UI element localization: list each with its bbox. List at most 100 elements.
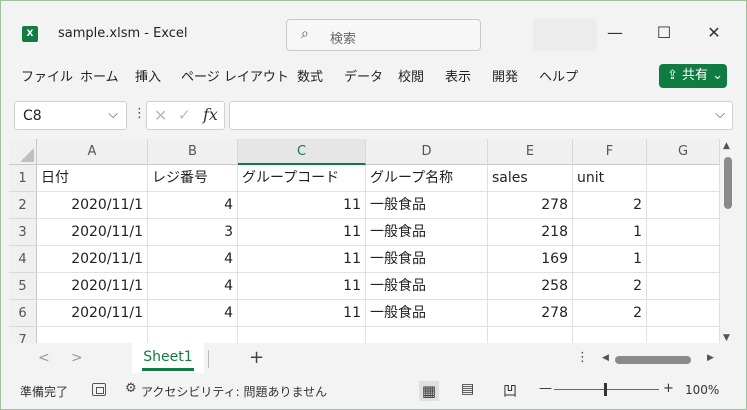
- cell[interactable]: 169: [488, 246, 573, 273]
- cell[interactable]: 4: [148, 192, 238, 219]
- more-options-icon[interactable]: ⋮: [133, 106, 146, 121]
- menu-view[interactable]: 表示: [445, 66, 471, 85]
- cell[interactable]: 11: [238, 192, 366, 219]
- row-header[interactable]: 1: [9, 165, 37, 192]
- accessibility-status[interactable]: アクセシビリティ: 問題ありません: [141, 383, 327, 400]
- column-header-e[interactable]: E: [488, 139, 573, 165]
- row-header[interactable]: 3: [9, 219, 37, 246]
- accessibility-icon[interactable]: ⚙: [125, 381, 137, 396]
- cell[interactable]: 4: [148, 300, 238, 327]
- name-box[interactable]: C8 ⌵: [14, 101, 127, 130]
- menu-help[interactable]: ヘルプ: [539, 66, 578, 85]
- next-sheet-button[interactable]: >: [71, 350, 83, 366]
- cancel-icon[interactable]: ✕: [154, 106, 167, 125]
- cell[interactable]: 日付: [37, 165, 148, 192]
- minimize-button[interactable]: —: [600, 23, 630, 42]
- scroll-up-icon[interactable]: ▲: [723, 141, 730, 151]
- enter-icon[interactable]: ✓: [178, 106, 191, 124]
- page-layout-view-icon[interactable]: ▤: [461, 381, 474, 397]
- cell[interactable]: 4: [148, 246, 238, 273]
- scroll-down-icon[interactable]: ▼: [723, 333, 730, 343]
- normal-view-icon[interactable]: ▦: [419, 381, 439, 401]
- cell[interactable]: 258: [488, 273, 573, 300]
- cell[interactable]: [488, 327, 573, 343]
- cell[interactable]: [238, 327, 366, 343]
- menu-insert[interactable]: 挿入: [135, 66, 161, 85]
- chevron-down-icon[interactable]: ⌵: [108, 107, 118, 122]
- menu-file[interactable]: ファイル: [21, 66, 73, 85]
- cell[interactable]: [647, 192, 720, 219]
- cell[interactable]: 11: [238, 219, 366, 246]
- cell[interactable]: 2020/11/1: [37, 300, 148, 327]
- cell[interactable]: 2020/11/1: [37, 192, 148, 219]
- sheet-tab-sheet1[interactable]: Sheet1: [132, 343, 204, 373]
- cell[interactable]: グループコード: [238, 165, 366, 192]
- cell[interactable]: 3: [148, 219, 238, 246]
- cell[interactable]: 一般食品: [366, 192, 488, 219]
- cell[interactable]: 一般食品: [366, 246, 488, 273]
- expand-formula-icon[interactable]: ⌵: [715, 107, 725, 122]
- scroll-left-icon[interactable]: ◀: [602, 353, 609, 363]
- cell[interactable]: 278: [488, 192, 573, 219]
- cell[interactable]: [647, 273, 720, 300]
- share-button[interactable]: ⇪ 共有 ⌄: [659, 64, 727, 88]
- cell[interactable]: sales: [488, 165, 573, 192]
- row-header[interactable]: 5: [9, 273, 37, 300]
- cell[interactable]: [647, 246, 720, 273]
- page-break-view-icon[interactable]: 凹: [503, 381, 517, 401]
- search-box[interactable]: ⌕ 検索: [286, 19, 481, 51]
- cell[interactable]: [148, 327, 238, 343]
- cell[interactable]: 11: [238, 246, 366, 273]
- maximize-button[interactable]: ☐: [649, 23, 679, 42]
- cell[interactable]: [366, 327, 488, 343]
- cell[interactable]: 2: [573, 300, 647, 327]
- scroll-right-icon[interactable]: ▶: [707, 353, 714, 363]
- menu-review[interactable]: 校閲: [398, 66, 424, 85]
- select-all-corner[interactable]: [9, 139, 37, 165]
- menu-developer[interactable]: 開発: [492, 66, 518, 85]
- cell[interactable]: 1: [573, 246, 647, 273]
- column-header-d[interactable]: D: [366, 139, 488, 165]
- cell[interactable]: [647, 300, 720, 327]
- cell[interactable]: 218: [488, 219, 573, 246]
- column-header-c[interactable]: C: [238, 139, 366, 165]
- horizontal-scroll-thumb[interactable]: [615, 356, 691, 364]
- cell[interactable]: 278: [488, 300, 573, 327]
- spreadsheet-grid[interactable]: A B C D E F G 1 2 3 4 5 6 7 日付 レジ番号 グループ…: [9, 139, 720, 343]
- prev-sheet-button[interactable]: <: [38, 350, 50, 366]
- scrollbar-splitter-icon[interactable]: ⋮: [576, 350, 589, 365]
- row-header[interactable]: 7: [9, 327, 37, 343]
- menu-page-layout[interactable]: ページ レイアウト: [181, 66, 289, 85]
- cell[interactable]: 2020/11/1: [37, 273, 148, 300]
- cell[interactable]: 2: [573, 273, 647, 300]
- row-header[interactable]: 2: [9, 192, 37, 219]
- add-sheet-button[interactable]: +: [249, 347, 264, 368]
- cell[interactable]: グループ名称: [366, 165, 488, 192]
- zoom-level[interactable]: 100%: [685, 383, 719, 397]
- cell[interactable]: [647, 219, 720, 246]
- column-header-g[interactable]: G: [647, 139, 720, 165]
- cell[interactable]: 2020/11/1: [37, 219, 148, 246]
- cell[interactable]: [37, 327, 148, 343]
- menu-home[interactable]: ホーム: [80, 66, 119, 85]
- formula-input[interactable]: ⌵: [229, 101, 733, 130]
- macro-record-icon[interactable]: [92, 383, 106, 396]
- vertical-scroll-thumb[interactable]: [724, 157, 732, 209]
- row-header[interactable]: 6: [9, 300, 37, 327]
- vertical-scrollbar[interactable]: ▲ ▼: [720, 139, 737, 343]
- cell[interactable]: 2: [573, 192, 647, 219]
- cell[interactable]: 一般食品: [366, 273, 488, 300]
- row-header[interactable]: 4: [9, 246, 37, 273]
- cell[interactable]: レジ番号: [148, 165, 238, 192]
- menu-formulas[interactable]: 数式: [297, 66, 323, 85]
- zoom-slider-thumb[interactable]: [604, 383, 607, 396]
- cell[interactable]: 11: [238, 300, 366, 327]
- cell[interactable]: 一般食品: [366, 219, 488, 246]
- cell[interactable]: [573, 327, 647, 343]
- column-header-f[interactable]: F: [573, 139, 647, 165]
- close-button[interactable]: ✕: [699, 23, 729, 42]
- cell[interactable]: unit: [573, 165, 647, 192]
- cell[interactable]: 一般食品: [366, 300, 488, 327]
- cell[interactable]: 4: [148, 273, 238, 300]
- cell[interactable]: [647, 327, 720, 343]
